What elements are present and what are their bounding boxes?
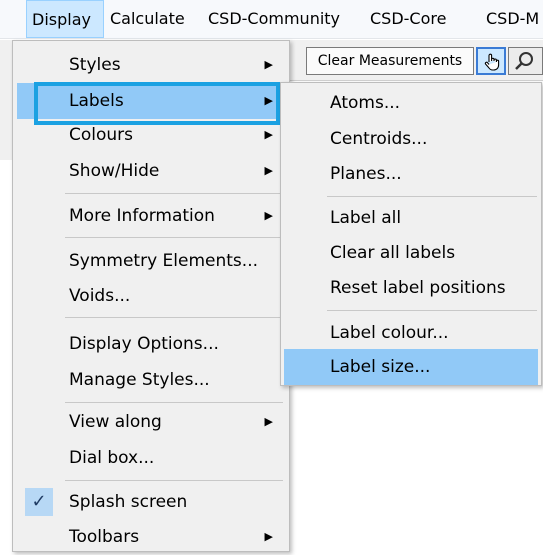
menubar-calculate[interactable]: Calculate xyxy=(110,0,185,38)
menu-item-label: More Information xyxy=(69,206,215,226)
menu-item-view-along[interactable]: View along ▶ xyxy=(17,404,285,440)
menu-item-label: Dial box... xyxy=(69,448,155,468)
menu-item-label: Toolbars xyxy=(69,527,140,547)
sub-item-label-size[interactable]: Label size... xyxy=(284,349,538,385)
sub-item-label-colour[interactable]: Label colour... xyxy=(284,315,538,351)
submenu-arrow-icon: ▶ xyxy=(264,94,273,107)
display-menu: Styles ▶ Labels ▶ Colours ▶ Show/Hide ▶ … xyxy=(12,40,290,552)
menu-item-splash-screen[interactable]: ✓ Splash screen xyxy=(17,484,285,520)
submenu-arrow-icon: ▶ xyxy=(264,128,273,141)
menu-separator xyxy=(327,196,537,197)
menu-item-toolbars[interactable]: Toolbars ▶ xyxy=(17,519,285,555)
menu-item-labels[interactable]: Labels ▶ xyxy=(17,83,285,119)
menu-item-label: Colours xyxy=(69,125,134,145)
submenu-arrow-icon: ▶ xyxy=(264,209,273,222)
menu-separator xyxy=(65,317,283,318)
menu-item-label: Symmetry Elements... xyxy=(69,251,259,271)
labels-submenu: Atoms... Centroids... Planes... Label al… xyxy=(280,82,542,386)
menu-item-colours[interactable]: Colours ▶ xyxy=(17,117,285,153)
checkmark-icon: ✓ xyxy=(25,488,53,516)
sub-item-label-all[interactable]: Label all xyxy=(284,200,538,236)
sub-item-clear-all-labels[interactable]: Clear all labels xyxy=(284,235,538,271)
menu-item-label: Manage Styles... xyxy=(69,370,210,390)
hand-pointer-icon xyxy=(484,53,500,71)
menu-item-display-options[interactable]: Display Options... xyxy=(17,326,285,362)
menu-item-symmetry-elements[interactable]: Symmetry Elements... xyxy=(17,243,285,279)
menu-item-label: Voids... xyxy=(69,286,131,306)
submenu-arrow-icon: ▶ xyxy=(264,58,273,71)
sub-item-atoms[interactable]: Atoms... xyxy=(284,85,538,121)
menu-separator xyxy=(65,402,283,403)
menu-item-dial-box[interactable]: Dial box... xyxy=(17,440,285,476)
menu-item-label: Splash screen xyxy=(69,492,188,512)
menu-separator xyxy=(65,237,283,238)
menubar-csd-community[interactable]: CSD-Community xyxy=(208,0,340,38)
sub-item-planes[interactable]: Planes... xyxy=(284,156,538,192)
menu-item-voids[interactable]: Voids... xyxy=(17,278,285,314)
submenu-arrow-icon: ▶ xyxy=(264,530,273,543)
menu-item-show-hide[interactable]: Show/Hide ▶ xyxy=(17,153,285,189)
menu-separator xyxy=(327,310,537,311)
submenu-arrow-icon: ▶ xyxy=(264,415,273,428)
menu-item-label: Styles xyxy=(69,55,121,75)
menu-item-label: Labels xyxy=(69,91,124,111)
menubar-csd-core[interactable]: CSD-Core xyxy=(370,0,446,38)
menu-item-manage-styles[interactable]: Manage Styles... xyxy=(17,362,285,398)
menu-separator xyxy=(65,480,283,481)
sub-item-centroids[interactable]: Centroids... xyxy=(284,121,538,157)
magnifier-icon xyxy=(515,52,533,70)
search-tool-button[interactable] xyxy=(508,47,543,75)
menubar: Display Calculate CSD-Community CSD-Core… xyxy=(0,0,543,39)
sub-item-reset-label-positions[interactable]: Reset label positions xyxy=(284,270,538,306)
menubar-csd-m[interactable]: CSD-M xyxy=(486,0,539,38)
pick-tool-button[interactable] xyxy=(476,47,506,75)
submenu-arrow-icon: ▶ xyxy=(264,164,273,177)
menu-item-label: Show/Hide xyxy=(69,161,160,181)
clear-measurements-button[interactable]: Clear Measurements xyxy=(306,47,474,75)
menu-item-styles[interactable]: Styles ▶ xyxy=(17,47,285,83)
menu-item-more-information[interactable]: More Information ▶ xyxy=(17,198,285,234)
menu-item-label: Display Options... xyxy=(69,334,219,354)
menu-item-label: View along xyxy=(69,412,162,432)
menubar-display[interactable]: Display xyxy=(26,0,104,38)
menu-separator xyxy=(65,193,283,194)
